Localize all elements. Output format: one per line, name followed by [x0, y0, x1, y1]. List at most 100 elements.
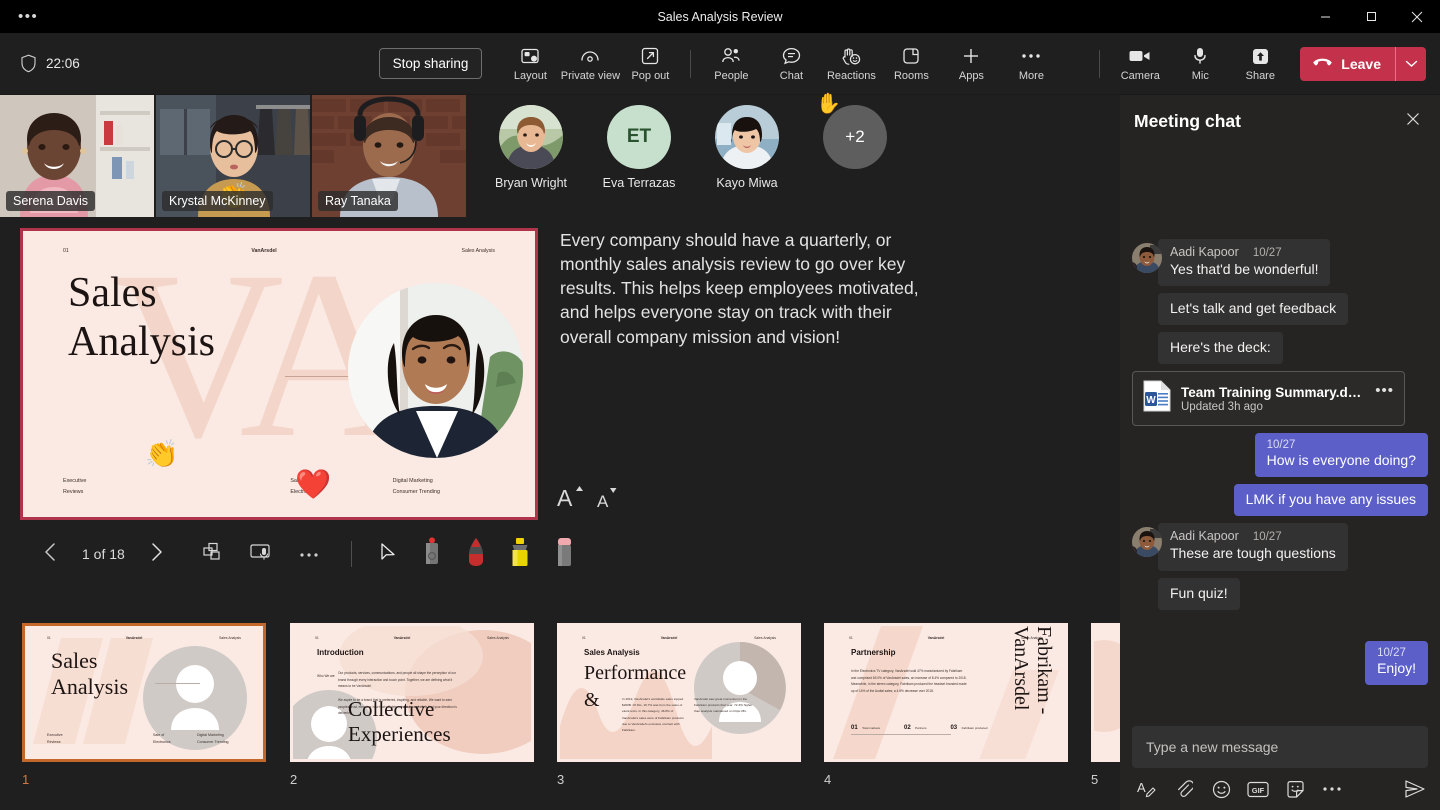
cursor-tool[interactable] [368, 534, 408, 574]
stop-sharing-button[interactable]: Stop sharing [379, 48, 483, 79]
next-slide-button[interactable] [137, 534, 177, 574]
meeting-chat-panel: Meeting chat [1120, 95, 1440, 810]
chat-bubble-incoming[interactable]: Fun quiz! [1158, 578, 1240, 610]
participant-overflow[interactable]: ✋ +2 [812, 105, 898, 169]
toolbar-item-more[interactable]: More [1001, 42, 1061, 85]
thumbnail-divider [155, 683, 200, 684]
file-more-options-icon[interactable]: ••• [1375, 382, 1394, 399]
avatar [1132, 243, 1162, 273]
toolbar-item-label: Private view [561, 70, 620, 82]
emoji-icon[interactable] [1210, 778, 1232, 800]
participant-name-badge: Krystal McKinney [162, 191, 273, 211]
close-icon [1406, 112, 1420, 131]
attach-file-icon[interactable] [1173, 778, 1195, 800]
increase-font-size-button[interactable]: A [557, 483, 583, 509]
red-pen-tool[interactable] [456, 534, 496, 574]
toolbar-item-private-view[interactable]: Private view [560, 42, 620, 85]
presented-slide-container[interactable]: VA 01 VanArsdel Sales Analysis Sales Ana… [20, 228, 538, 520]
decrease-font-size-button[interactable]: A [597, 483, 619, 509]
eraser-tool[interactable] [544, 534, 584, 574]
gif-icon[interactable]: GIF [1247, 778, 1269, 800]
slide-reaction-clap: 👏 [145, 438, 179, 470]
chat-message-row: 10/27 How is everyone doing? [1132, 433, 1428, 477]
presenter-view-button[interactable] [241, 534, 281, 574]
message-timestamp: 10/27 [1253, 247, 1282, 259]
thumbnail-image: 01VanArsdelSales Analysis Partnership In… [824, 623, 1068, 762]
toolbar-item-apps[interactable]: Apps [941, 42, 1001, 85]
toolbar-item-layout[interactable]: Layout [500, 42, 560, 85]
chat-message-row: W Team Training Summary.docx Updated 3h … [1132, 371, 1428, 426]
red-pen-icon [465, 537, 487, 572]
leave-button[interactable]: Leave [1300, 47, 1395, 81]
sticker-icon[interactable] [1284, 778, 1306, 800]
video-tile-krystal-mckinney[interactable]: 👏 Krystal McKinney [156, 95, 310, 217]
format-text-icon[interactable]: A [1136, 778, 1158, 800]
thumbnail-big-text: Fabrikam - VanArsdel [1009, 626, 1055, 749]
thumbnail-header: 01VanArsdelSales Analysis [293, 636, 531, 640]
minimize-icon[interactable] [1302, 0, 1348, 33]
chat-bubble-outgoing[interactable]: LMK if you have any issues [1234, 484, 1428, 516]
thumbnail-number: 3 [557, 772, 801, 787]
chat-bubble-incoming[interactable]: Here's the deck: [1158, 332, 1283, 364]
toolbar-item-reactions[interactable]: Reactions [821, 42, 881, 85]
slide-thumbnail-2[interactable]: 01VanArsdelSales Analysis Introduction O… [290, 623, 534, 787]
toolbar-item-camera[interactable]: Camera [1110, 42, 1170, 85]
window-overflow-menu-icon[interactable]: ••• [18, 9, 38, 24]
chat-bubble-incoming[interactable]: Aadi Kapoor 10/27 Yes that'd be wonderfu… [1158, 239, 1330, 286]
chat-message-list[interactable]: Aadi Kapoor 10/27 Yes that'd be wonderfu… [1120, 147, 1440, 695]
slide-header: 01 VanArsdel Sales Analysis [23, 248, 535, 254]
slide-thumbnail-strip[interactable]: 01VanArsdelSales Analysis Sales Analysis… [0, 623, 1120, 810]
laser-pointer-tool[interactable] [412, 534, 452, 574]
close-icon[interactable] [1394, 0, 1440, 33]
participant-kayo-miwa[interactable]: Kayo Miwa [704, 105, 790, 190]
chat-bubble-outgoing[interactable]: 10/27 How is everyone doing? [1255, 433, 1428, 477]
participant-name: Bryan Wright [495, 176, 567, 190]
toolbar-item-label: Reactions [827, 70, 876, 82]
chat-icon [781, 45, 802, 67]
maximize-icon[interactable] [1348, 0, 1394, 33]
all-slides-button[interactable] [193, 534, 233, 574]
message-author: Aadi Kapoor [1170, 529, 1239, 543]
participant-eva-terrazas[interactable]: ET Eva Terrazas [596, 105, 682, 190]
participant-bryan-wright[interactable]: Bryan Wright [488, 105, 574, 190]
window-title-bar: ••• Sales Analysis Review [0, 0, 1440, 33]
toolbar-item-people[interactable]: People [701, 42, 761, 85]
chevron-down-icon [1405, 55, 1418, 73]
slide-title: Sales Analysis [68, 269, 215, 366]
send-icon[interactable] [1404, 778, 1426, 800]
shield-icon [20, 54, 37, 73]
participant-name-badge: Ray Tanaka [318, 191, 398, 211]
participant-name: Eva Terrazas [603, 176, 676, 190]
message-input[interactable]: Type a new message [1132, 726, 1428, 768]
chat-message-row: Let's talk and get feedback [1132, 293, 1428, 325]
chat-bubble-incoming[interactable]: Aadi Kapoor 10/27 These are tough questi… [1158, 523, 1348, 570]
slide-thumbnail-1[interactable]: 01VanArsdelSales Analysis Sales Analysis… [22, 623, 266, 787]
all-slides-icon [202, 542, 224, 567]
leave-options-button[interactable] [1396, 47, 1426, 81]
video-tile-serena-davis[interactable]: Serena Davis [0, 95, 154, 217]
toolbar-item-pop-out[interactable]: Pop out [620, 42, 680, 85]
toolbar-item-mic[interactable]: Mic [1170, 42, 1230, 85]
thumbnail-header: 01VanArsdelSales Analysis [560, 636, 798, 640]
presentation-more-button[interactable] [289, 534, 329, 574]
slide-footer-item: ExecutiveReviews [63, 476, 165, 497]
toolbar-item-label: Chat [780, 70, 803, 82]
participant-name: Kayo Miwa [716, 176, 777, 190]
more-horizontal-icon[interactable] [1321, 778, 1343, 800]
video-tile-ray-tanaka[interactable]: Ray Tanaka [312, 95, 466, 217]
chat-bubble-incoming[interactable]: Let's talk and get feedback [1158, 293, 1348, 325]
slide-thumbnail-4[interactable]: 01VanArsdelSales Analysis Partnership In… [824, 623, 1068, 787]
toolbar-item-rooms[interactable]: Rooms [881, 42, 941, 85]
thumbnail-heading: Sales Analysis [584, 648, 640, 657]
close-chat-button[interactable] [1400, 108, 1426, 134]
message-author: Aadi Kapoor [1170, 245, 1239, 259]
chat-bubble-outgoing[interactable]: 10/27 Enjoy! [1365, 641, 1428, 685]
reactions-icon [840, 45, 862, 67]
yellow-highlighter-tool[interactable] [500, 534, 540, 574]
file-attachment-card[interactable]: W Team Training Summary.docx Updated 3h … [1132, 371, 1405, 426]
toolbar-item-share[interactable]: Share [1230, 42, 1290, 85]
slide-thumbnail-3[interactable]: 01VanArsdelSales Analysis Sales Analysis… [557, 623, 801, 787]
previous-slide-button[interactable] [30, 534, 70, 574]
toolbar-item-chat[interactable]: Chat [761, 42, 821, 85]
thumbnail-number: 1 [22, 772, 266, 787]
